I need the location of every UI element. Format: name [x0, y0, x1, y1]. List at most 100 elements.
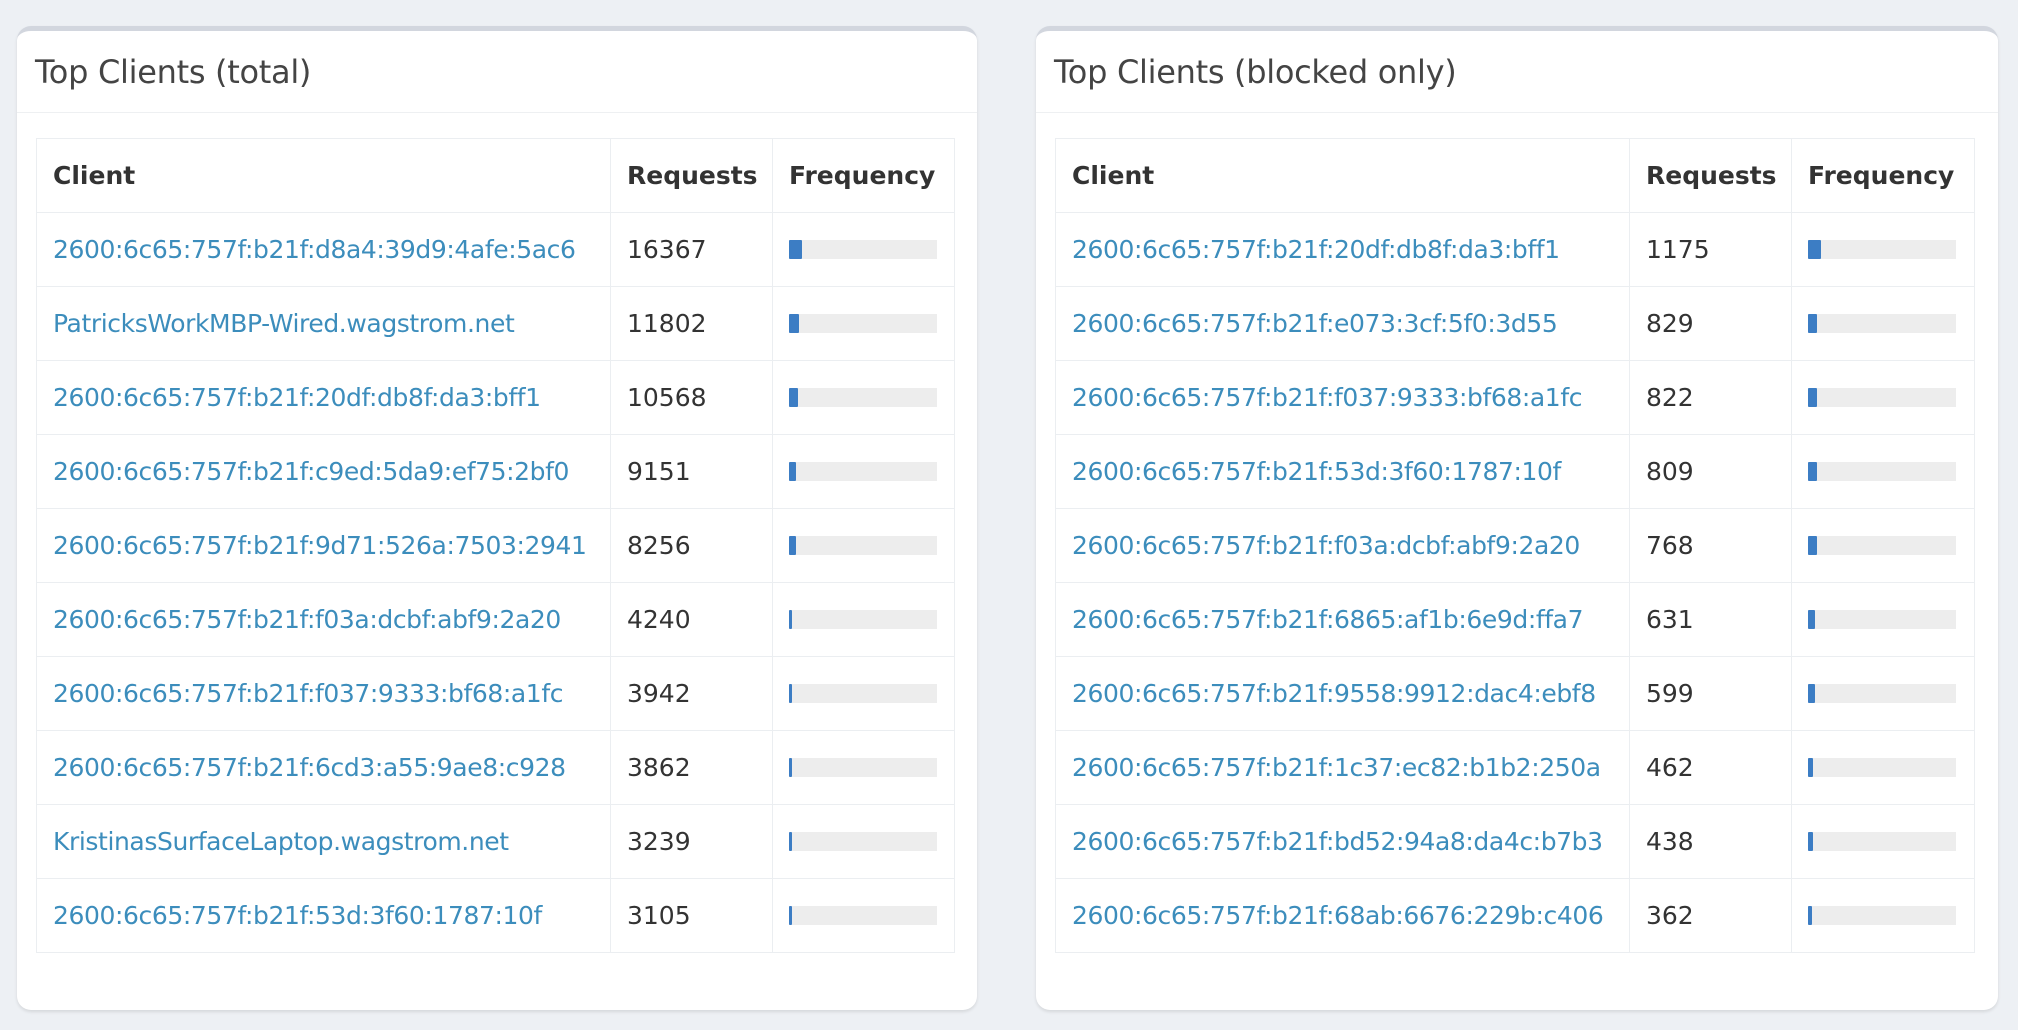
client-link[interactable]: 2600:6c65:757f:b21f:20df:db8f:da3:bff1 [1072, 235, 1560, 264]
panel-title: Top Clients (blocked only) [1054, 52, 1457, 91]
table-row: 2600:6c65:757f:b21f:6cd3:a55:9ae8:c928 38… [36, 730, 955, 805]
client-link[interactable]: 2600:6c65:757f:b21f:bd52:94a8:da4c:b7b3 [1072, 827, 1603, 856]
frequency-bar-fill [1808, 388, 1818, 407]
panel-header: Top Clients (total) [17, 31, 977, 113]
frequency-bar-track [1808, 610, 1956, 629]
client-link[interactable]: 2600:6c65:757f:b21f:53d:3f60:1787:10f [1072, 457, 1561, 486]
frequency-bar-track [789, 758, 937, 777]
client-cell: 2600:6c65:757f:b21f:e073:3cf:5f0:3d55 [1055, 286, 1630, 361]
top-clients-total-panel: Top Clients (total) Client Requests Freq… [17, 26, 977, 1010]
client-cell: 2600:6c65:757f:b21f:6cd3:a55:9ae8:c928 [36, 730, 611, 805]
frequency-bar-track [1808, 462, 1956, 481]
frequency-bar-fill [1808, 314, 1818, 333]
table-row: 2600:6c65:757f:b21f:20df:db8f:da3:bff1 10… [36, 360, 955, 435]
requests-cell: 809 [1629, 434, 1792, 509]
requests-cell: 362 [1629, 878, 1792, 953]
frequency-bar-track [789, 314, 937, 333]
client-link[interactable]: 2600:6c65:757f:b21f:9558:9912:dac4:ebf8 [1072, 679, 1596, 708]
table-row: 2600:6c65:757f:b21f:53d:3f60:1787:10f 809 [1055, 434, 1975, 509]
client-link[interactable]: 2600:6c65:757f:b21f:6cd3:a55:9ae8:c928 [53, 753, 566, 782]
frequency-bar-track [1808, 684, 1956, 703]
client-link[interactable]: 2600:6c65:757f:b21f:f03a:dcbf:abf9:2a20 [53, 605, 561, 634]
client-cell: 2600:6c65:757f:b21f:f037:9333:bf68:a1fc [1055, 360, 1630, 435]
client-cell: 2600:6c65:757f:b21f:53d:3f60:1787:10f [1055, 434, 1630, 509]
frequency-column-header[interactable]: Frequency [1791, 138, 1975, 213]
client-link[interactable]: 2600:6c65:757f:b21f:9d71:526a:7503:2941 [53, 531, 587, 560]
table-row: 2600:6c65:757f:b21f:f037:9333:bf68:a1fc 8… [1055, 360, 1975, 435]
table-row: 2600:6c65:757f:b21f:6865:af1b:6e9d:ffa7 6… [1055, 582, 1975, 657]
client-link[interactable]: PatricksWorkMBP-Wired.wagstrom.net [53, 309, 515, 338]
requests-cell: 9151 [610, 434, 773, 509]
client-cell: 2600:6c65:757f:b21f:bd52:94a8:da4c:b7b3 [1055, 804, 1630, 879]
client-link[interactable]: 2600:6c65:757f:b21f:6865:af1b:6e9d:ffa7 [1072, 605, 1583, 634]
client-cell: KristinasSurfaceLaptop.wagstrom.net [36, 804, 611, 879]
client-link[interactable]: 2600:6c65:757f:b21f:c9ed:5da9:ef75:2bf0 [53, 457, 569, 486]
frequency-cell [1791, 508, 1975, 583]
requests-cell: 3942 [610, 656, 773, 731]
client-link[interactable]: 2600:6c65:757f:b21f:f03a:dcbf:abf9:2a20 [1072, 531, 1580, 560]
table-row: 2600:6c65:757f:b21f:68ab:6676:229b:c406 3… [1055, 878, 1975, 953]
client-link[interactable]: 2600:6c65:757f:b21f:68ab:6676:229b:c406 [1072, 901, 1604, 930]
client-column-header[interactable]: Client [1055, 138, 1630, 213]
client-cell: 2600:6c65:757f:b21f:1c37:ec82:b1b2:250a [1055, 730, 1630, 805]
frequency-bar-fill [789, 832, 792, 851]
table-row: 2600:6c65:757f:b21f:d8a4:39d9:4afe:5ac6 1… [36, 212, 955, 287]
frequency-cell [1791, 212, 1975, 287]
frequency-column-header[interactable]: Frequency [772, 138, 955, 213]
table-body: 2600:6c65:757f:b21f:20df:db8f:da3:bff1 11… [1055, 212, 1975, 953]
frequency-bar-track [1808, 758, 1956, 777]
client-link[interactable]: 2600:6c65:757f:b21f:d8a4:39d9:4afe:5ac6 [53, 235, 576, 264]
frequency-bar-track [789, 610, 937, 629]
frequency-bar-fill [789, 388, 798, 407]
frequency-bar-track [1808, 832, 1956, 851]
frequency-cell [1791, 434, 1975, 509]
frequency-cell [1791, 656, 1975, 731]
frequency-bar-track [1808, 536, 1956, 555]
client-link[interactable]: 2600:6c65:757f:b21f:e073:3cf:5f0:3d55 [1072, 309, 1558, 338]
requests-cell: 599 [1629, 656, 1792, 731]
client-link[interactable]: KristinasSurfaceLaptop.wagstrom.net [53, 827, 509, 856]
client-link[interactable]: 2600:6c65:757f:b21f:f037:9333:bf68:a1fc [1072, 383, 1582, 412]
client-cell: 2600:6c65:757f:b21f:f037:9333:bf68:a1fc [36, 656, 611, 731]
frequency-cell [1791, 878, 1975, 953]
requests-column-header[interactable]: Requests [1629, 138, 1792, 213]
frequency-cell [1791, 360, 1975, 435]
requests-cell: 438 [1629, 804, 1792, 879]
frequency-bar-fill [789, 610, 793, 629]
client-link[interactable]: 2600:6c65:757f:b21f:53d:3f60:1787:10f [53, 901, 542, 930]
client-cell: 2600:6c65:757f:b21f:20df:db8f:da3:bff1 [36, 360, 611, 435]
table-row: 2600:6c65:757f:b21f:9558:9912:dac4:ebf8 5… [1055, 656, 1975, 731]
requests-column-header[interactable]: Requests [610, 138, 773, 213]
top-clients-blocked-panel: Top Clients (blocked only) Client Reques… [1036, 26, 1998, 1010]
frequency-bar-fill [1808, 240, 1822, 259]
top-clients-total-table: Client Requests Frequency 2600:6c65:757f… [36, 138, 955, 953]
frequency-bar-track [789, 462, 937, 481]
frequency-bar-fill [1808, 610, 1816, 629]
table-row: 2600:6c65:757f:b21f:e073:3cf:5f0:3d55 829 [1055, 286, 1975, 361]
frequency-bar-fill [1808, 832, 1814, 851]
client-link[interactable]: 2600:6c65:757f:b21f:f037:9333:bf68:a1fc [53, 679, 563, 708]
client-link[interactable]: 2600:6c65:757f:b21f:1c37:ec82:b1b2:250a [1072, 753, 1601, 782]
panel-header: Top Clients (blocked only) [1036, 31, 1998, 113]
requests-cell: 1175 [1629, 212, 1792, 287]
frequency-bar-track [1808, 240, 1956, 259]
client-column-header[interactable]: Client [36, 138, 611, 213]
client-cell: 2600:6c65:757f:b21f:20df:db8f:da3:bff1 [1055, 212, 1630, 287]
frequency-bar-track [789, 240, 937, 259]
frequency-bar-track [1808, 314, 1956, 333]
frequency-bar-track [789, 906, 937, 925]
table-row: 2600:6c65:757f:b21f:f03a:dcbf:abf9:2a20 4… [36, 582, 955, 657]
requests-cell: 3239 [610, 804, 773, 879]
requests-cell: 768 [1629, 508, 1792, 583]
client-link[interactable]: 2600:6c65:757f:b21f:20df:db8f:da3:bff1 [53, 383, 541, 412]
frequency-cell [1791, 286, 1975, 361]
requests-cell: 631 [1629, 582, 1792, 657]
frequency-cell [772, 730, 955, 805]
client-cell: 2600:6c65:757f:b21f:53d:3f60:1787:10f [36, 878, 611, 953]
frequency-bar-track [1808, 906, 1956, 925]
frequency-cell [772, 656, 955, 731]
table-row: 2600:6c65:757f:b21f:53d:3f60:1787:10f 310… [36, 878, 955, 953]
frequency-cell [772, 878, 955, 953]
requests-cell: 16367 [610, 212, 773, 287]
frequency-bar-fill [1808, 684, 1815, 703]
